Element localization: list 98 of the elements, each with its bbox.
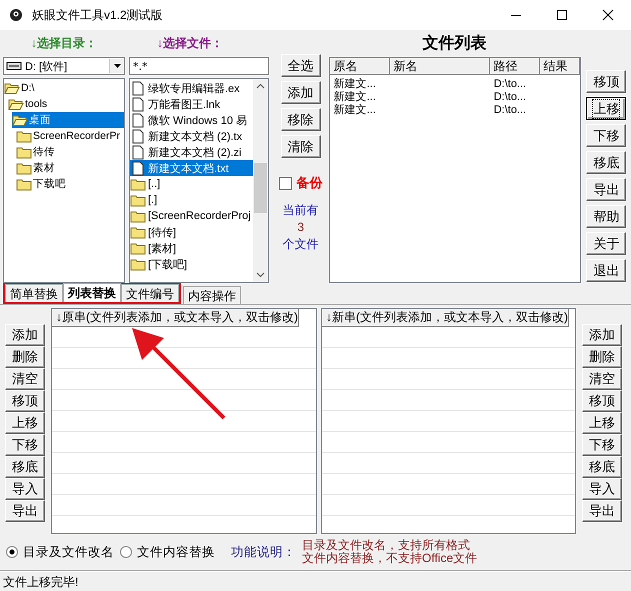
- file-item[interactable]: [ScreenRecorderProj: [130, 208, 253, 224]
- action-button[interactable]: 全选: [280, 54, 321, 77]
- directory-label: ↓选择目录：: [30, 35, 98, 52]
- file-item[interactable]: [下载吧]: [130, 256, 253, 272]
- list-button[interactable]: 下移: [586, 124, 626, 147]
- drive-icon: [6, 61, 22, 71]
- list-button[interactable]: 添加: [582, 324, 622, 346]
- list-button[interactable]: 导出: [582, 500, 622, 522]
- count-text: 当前有: [282, 202, 319, 219]
- list-button[interactable]: 下移: [582, 434, 622, 456]
- tab[interactable]: 简单替换: [5, 284, 63, 302]
- table-cell-text: D:\to...: [492, 78, 528, 91]
- folder-icon: [130, 224, 146, 240]
- file-item[interactable]: 绿软专用编辑器.ex: [130, 80, 253, 96]
- description-label: 功能说明：: [231, 544, 296, 560]
- file-item[interactable]: [素材]: [130, 240, 253, 256]
- dropdown-arrow-icon: [114, 64, 120, 68]
- file-item[interactable]: 新建文本文档.txt: [130, 160, 253, 176]
- list-button[interactable]: 导入: [582, 478, 622, 500]
- app-icon: [8, 7, 24, 23]
- table-cell-text: D:\to...: [492, 91, 528, 104]
- table-cell-text: 新建文...: [332, 78, 377, 90]
- count-number: 3: [297, 219, 304, 236]
- list-button[interactable]: 上移: [5, 412, 45, 434]
- tree-item[interactable]: 待传: [16, 144, 124, 160]
- list-button[interactable]: 导出: [5, 500, 45, 522]
- column-header[interactable]: ↓新串(文件列表添加，或文本导入，双击修改): [322, 309, 569, 327]
- file-item[interactable]: 新建文本文档 (2).zi: [130, 144, 253, 160]
- list-button[interactable]: 移顶: [5, 390, 45, 412]
- scrollbar-thumb[interactable]: [254, 163, 267, 213]
- list-button[interactable]: 移顶: [586, 70, 626, 93]
- tree-item[interactable]: 素材: [16, 160, 124, 176]
- list-button[interactable]: 移底: [586, 151, 626, 174]
- action-button[interactable]: 清除: [280, 135, 321, 158]
- action-button[interactable]: 添加: [280, 81, 321, 104]
- window-title: 妖眼文件工具v1.2测试版: [32, 6, 164, 24]
- file-item[interactable]: 微软 Windows 10 易: [130, 112, 253, 128]
- list-button[interactable]: 删除: [582, 346, 622, 368]
- column-header[interactable]: 结果: [540, 58, 580, 75]
- tab[interactable]: 列表替换: [63, 283, 121, 302]
- list-button[interactable]: 帮助: [586, 205, 626, 228]
- backup-checkbox[interactable]: [278, 176, 292, 190]
- list-button[interactable]: 移底: [5, 456, 45, 478]
- scrollbar[interactable]: [252, 79, 268, 282]
- list-button[interactable]: 导入: [5, 478, 45, 500]
- file-item[interactable]: 新建文本文档 (2).tx: [130, 128, 253, 144]
- folder-icon: [16, 161, 32, 175]
- list-button[interactable]: 删除: [5, 346, 45, 368]
- folder-icon: [16, 145, 32, 159]
- count-text: 个文件: [282, 236, 319, 253]
- tab[interactable]: 内容操作: [183, 286, 241, 304]
- tree-item[interactable]: D:\: [4, 80, 124, 96]
- folder-icon: [16, 177, 32, 191]
- mode-radio[interactable]: 目录及文件改名: [6, 544, 114, 560]
- action-button[interactable]: 移除: [280, 108, 321, 131]
- file-label: ↓选择文件：: [156, 35, 224, 52]
- tree-item[interactable]: 桌面: [12, 112, 124, 128]
- file-item[interactable]: 万能看图王.lnk: [130, 96, 253, 112]
- folder-icon: [130, 240, 146, 256]
- column-header[interactable]: 路径: [490, 58, 540, 75]
- folder-icon: [130, 256, 146, 272]
- list-button[interactable]: 导出: [586, 178, 626, 201]
- column-header[interactable]: ↓原串(文件列表添加，或文本导入，双击修改): [52, 309, 299, 327]
- status-bar: 文件上移完毕!: [0, 571, 631, 591]
- list-button[interactable]: 移底: [582, 456, 622, 478]
- description-text: 文件内容替换，不支持Office文件: [302, 552, 478, 565]
- tree-item[interactable]: tools: [8, 96, 124, 112]
- table-cell-text: 新建文...: [332, 91, 377, 104]
- list-button[interactable]: 清空: [582, 368, 622, 390]
- filter-field[interactable]: *.*: [129, 57, 269, 75]
- list-button[interactable]: 上移: [586, 97, 626, 120]
- list-button[interactable]: 移顶: [582, 390, 622, 412]
- open-folder-icon: [8, 97, 24, 111]
- tree-item[interactable]: ScreenRecorderPr: [16, 128, 124, 144]
- open-folder-icon: [12, 113, 28, 127]
- file-item[interactable]: [..]: [130, 176, 253, 192]
- file-item[interactable]: [.]: [130, 192, 253, 208]
- drive-dropdown[interactable]: D: [软件]: [3, 57, 125, 75]
- folder-icon: [130, 208, 146, 224]
- list-button[interactable]: 退出: [586, 259, 626, 282]
- column-header[interactable]: 原名: [330, 58, 390, 75]
- list-button[interactable]: 上移: [582, 412, 622, 434]
- mode-radio[interactable]: 文件内容替换: [120, 544, 215, 560]
- list-button[interactable]: 下移: [5, 434, 45, 456]
- list-button[interactable]: 添加: [5, 324, 45, 346]
- tree-item[interactable]: 下载吧: [16, 176, 124, 192]
- file-list-title: 文件列表: [422, 33, 488, 54]
- folder-icon: [130, 192, 146, 208]
- open-folder-icon: [4, 81, 20, 95]
- column-header[interactable]: 新名: [390, 58, 490, 75]
- table-cell-text: D:\to...: [492, 104, 528, 117]
- tab[interactable]: 文件编号: [121, 284, 179, 302]
- file-item[interactable]: [待传]: [130, 224, 253, 240]
- description-text: 目录及文件改名，支持所有格式: [302, 539, 471, 552]
- list-button[interactable]: 关于: [586, 232, 626, 255]
- backup-label: 备份: [296, 174, 323, 192]
- list-button[interactable]: 清空: [5, 368, 45, 390]
- table-cell-text: 新建文...: [332, 104, 377, 117]
